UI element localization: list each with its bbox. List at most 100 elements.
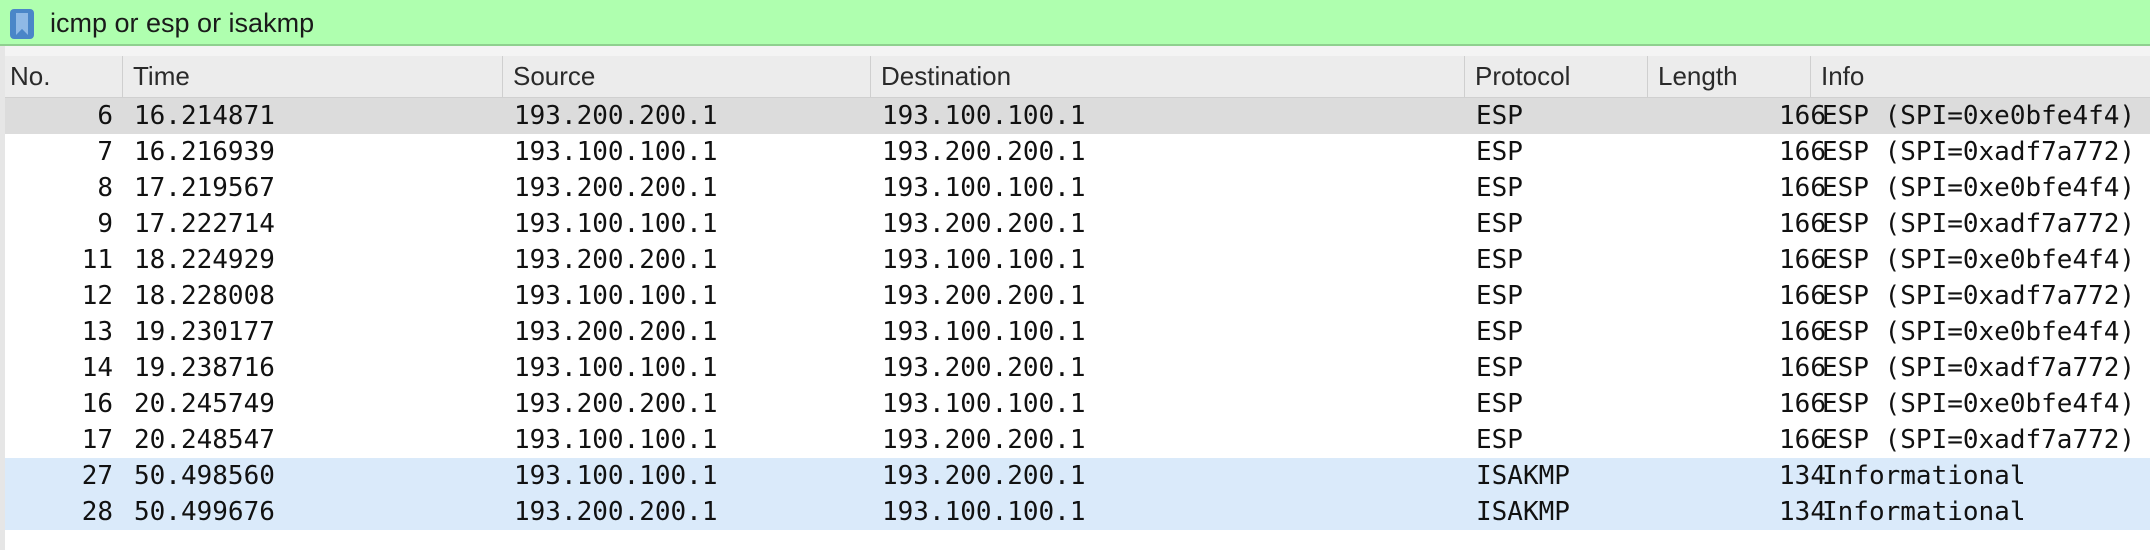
packet-destination: 193.100.100.1 bbox=[882, 101, 1086, 131]
packet-time: 16.214871 bbox=[134, 101, 275, 131]
packet-info: ESP (SPI=0xe0bfe4f4) bbox=[1822, 173, 2136, 203]
column-header-info[interactable]: Info bbox=[1811, 56, 2150, 97]
packet-length: 166 bbox=[1779, 173, 1826, 203]
packet-protocol: ESP bbox=[1476, 317, 1523, 347]
column-header-source[interactable]: Source bbox=[503, 56, 871, 97]
column-header-time[interactable]: Time bbox=[123, 56, 503, 97]
packet-source: 193.200.200.1 bbox=[514, 317, 718, 347]
packet-destination: 193.100.100.1 bbox=[882, 245, 1086, 275]
packet-source: 193.100.100.1 bbox=[514, 353, 718, 383]
packet-time: 18.224929 bbox=[134, 245, 275, 275]
packet-row[interactable]: 28 50.499676 193.200.200.1 193.100.100.1 ISA… bbox=[0, 494, 2150, 530]
packet-number: 9 bbox=[97, 209, 113, 239]
packet-info: Informational bbox=[1822, 497, 2026, 527]
packet-row[interactable]: 13 19.230177 193.200.200.1 193.100.100.1 ESP… bbox=[0, 314, 2150, 350]
packet-list: 6 16.214871 193.200.200.1 193.100.100.1 ESP 1… bbox=[0, 98, 2150, 530]
packet-row[interactable]: 16 20.245749 193.200.200.1 193.100.100.1 ESP… bbox=[0, 386, 2150, 422]
packet-info: ESP (SPI=0xadf7a772) bbox=[1822, 281, 2136, 311]
display-filter-input[interactable]: icmp or esp or isakmp bbox=[50, 8, 314, 38]
packet-length: 166 bbox=[1779, 245, 1826, 275]
packet-length: 166 bbox=[1779, 425, 1826, 455]
packet-info: ESP (SPI=0xe0bfe4f4) bbox=[1822, 389, 2136, 419]
packet-protocol: ESP bbox=[1476, 353, 1523, 383]
packet-source: 193.200.200.1 bbox=[514, 101, 718, 131]
packet-source: 193.100.100.1 bbox=[514, 425, 718, 455]
packet-length: 166 bbox=[1779, 137, 1826, 167]
packet-length: 166 bbox=[1779, 389, 1826, 419]
packet-destination: 193.100.100.1 bbox=[882, 389, 1086, 419]
packet-number: 14 bbox=[81, 353, 113, 383]
packet-number: 27 bbox=[81, 461, 113, 491]
packet-info: ESP (SPI=0xadf7a772) bbox=[1822, 425, 2136, 455]
packet-time: 20.248547 bbox=[134, 425, 275, 455]
packet-destination: 193.200.200.1 bbox=[882, 137, 1086, 167]
packet-number: 8 bbox=[97, 173, 113, 203]
packet-time: 19.238716 bbox=[134, 353, 275, 383]
display-filter-bar[interactable]: icmp or esp or isakmp bbox=[0, 0, 2150, 46]
packet-source: 193.100.100.1 bbox=[514, 281, 718, 311]
packet-list-header: No. Time Source Destination Protocol Len… bbox=[0, 56, 2150, 98]
packet-protocol: ESP bbox=[1476, 245, 1523, 275]
packet-destination: 193.200.200.1 bbox=[882, 209, 1086, 239]
packet-info: ESP (SPI=0xe0bfe4f4) bbox=[1822, 317, 2136, 347]
packet-row[interactable]: 8 17.219567 193.200.200.1 193.100.100.1 ESP 1… bbox=[0, 170, 2150, 206]
packet-protocol: ESP bbox=[1476, 209, 1523, 239]
packet-row[interactable]: 27 50.498560 193.100.100.1 193.200.200.1 ISA… bbox=[0, 458, 2150, 494]
packet-protocol: ESP bbox=[1476, 281, 1523, 311]
packet-number: 16 bbox=[81, 389, 113, 419]
pane-left-edge bbox=[0, 46, 5, 550]
packet-time: 20.245749 bbox=[134, 389, 275, 419]
packet-length: 134 bbox=[1779, 497, 1826, 527]
packet-length: 166 bbox=[1779, 317, 1826, 347]
packet-destination: 193.100.100.1 bbox=[882, 317, 1086, 347]
packet-protocol: ESP bbox=[1476, 173, 1523, 203]
packet-destination: 193.100.100.1 bbox=[882, 497, 1086, 527]
packet-number: 7 bbox=[97, 137, 113, 167]
packet-source: 193.200.200.1 bbox=[514, 173, 718, 203]
column-header-no[interactable]: No. bbox=[0, 56, 123, 97]
packet-time: 17.222714 bbox=[134, 209, 275, 239]
packet-length: 134 bbox=[1779, 461, 1826, 491]
packet-info: Informational bbox=[1822, 461, 2026, 491]
packet-number: 11 bbox=[81, 245, 113, 275]
packet-protocol: ISAKMP bbox=[1476, 461, 1570, 491]
packet-info: ESP (SPI=0xadf7a772) bbox=[1822, 353, 2136, 383]
packet-destination: 193.200.200.1 bbox=[882, 353, 1086, 383]
packet-row[interactable]: 11 18.224929 193.200.200.1 193.100.100.1 ESP… bbox=[0, 242, 2150, 278]
packet-time: 17.219567 bbox=[134, 173, 275, 203]
packet-destination: 193.200.200.1 bbox=[882, 281, 1086, 311]
packet-row[interactable]: 7 16.216939 193.100.100.1 193.200.200.1 ESP 1… bbox=[0, 134, 2150, 170]
packet-time: 50.498560 bbox=[134, 461, 275, 491]
column-header-length[interactable]: Length bbox=[1648, 56, 1811, 97]
packet-row[interactable]: 6 16.214871 193.200.200.1 193.100.100.1 ESP 1… bbox=[0, 98, 2150, 134]
packet-info: ESP (SPI=0xadf7a772) bbox=[1822, 137, 2136, 167]
packet-source: 193.100.100.1 bbox=[514, 461, 718, 491]
packet-info: ESP (SPI=0xe0bfe4f4) bbox=[1822, 101, 2136, 131]
packet-info: ESP (SPI=0xadf7a772) bbox=[1822, 209, 2136, 239]
packet-source: 193.100.100.1 bbox=[514, 209, 718, 239]
packet-time: 16.216939 bbox=[134, 137, 275, 167]
packet-row[interactable]: 17 20.248547 193.100.100.1 193.200.200.1 ESP… bbox=[0, 422, 2150, 458]
packet-length: 166 bbox=[1779, 281, 1826, 311]
packet-row[interactable]: 9 17.222714 193.100.100.1 193.200.200.1 ESP 1… bbox=[0, 206, 2150, 242]
packet-protocol: ESP bbox=[1476, 425, 1523, 455]
packet-time: 50.499676 bbox=[134, 497, 275, 527]
packet-time: 18.228008 bbox=[134, 281, 275, 311]
column-header-protocol[interactable]: Protocol bbox=[1465, 56, 1648, 97]
packet-info: ESP (SPI=0xe0bfe4f4) bbox=[1822, 245, 2136, 275]
packet-number: 28 bbox=[81, 497, 113, 527]
packet-source: 193.200.200.1 bbox=[514, 245, 718, 275]
packet-destination: 193.200.200.1 bbox=[882, 425, 1086, 455]
column-header-destination[interactable]: Destination bbox=[871, 56, 1465, 97]
packet-protocol: ESP bbox=[1476, 101, 1523, 131]
packet-length: 166 bbox=[1779, 101, 1826, 131]
packet-number: 13 bbox=[81, 317, 113, 347]
toolbar-separator bbox=[0, 46, 2150, 56]
bookmark-icon[interactable] bbox=[10, 9, 34, 39]
packet-number: 6 bbox=[97, 101, 113, 131]
packet-destination: 193.200.200.1 bbox=[882, 461, 1086, 491]
packet-protocol: ESP bbox=[1476, 137, 1523, 167]
packet-protocol: ISAKMP bbox=[1476, 497, 1570, 527]
packet-row[interactable]: 12 18.228008 193.100.100.1 193.200.200.1 ESP… bbox=[0, 278, 2150, 314]
packet-row[interactable]: 14 19.238716 193.100.100.1 193.200.200.1 ESP… bbox=[0, 350, 2150, 386]
